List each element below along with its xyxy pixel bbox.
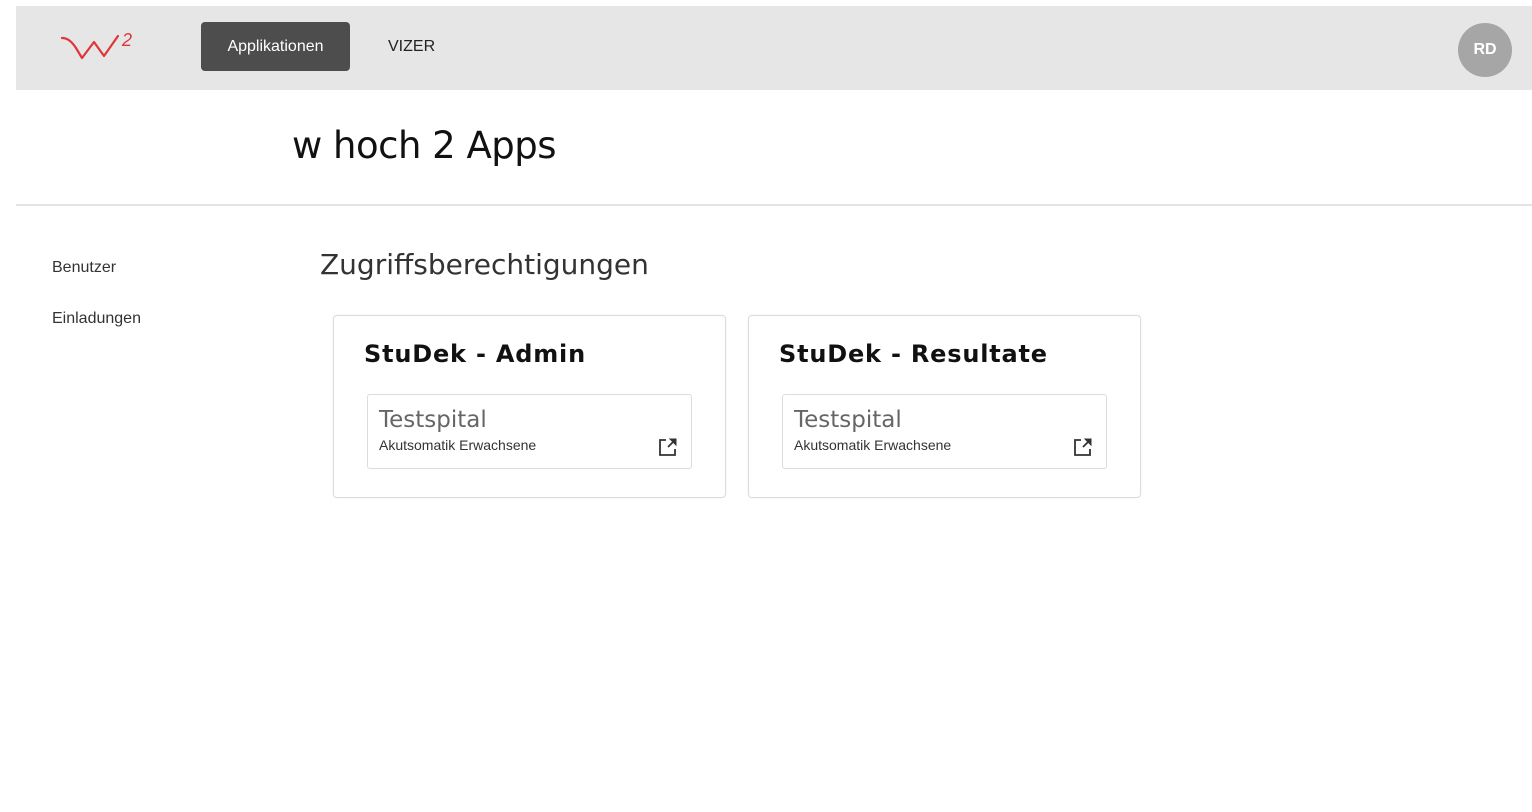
card-title: StuDek - Admin	[364, 340, 586, 368]
svg-text:2: 2	[121, 30, 132, 50]
app-card-studek-admin: StuDek - Admin Testspital Akutsomatik Er…	[333, 315, 726, 498]
user-avatar[interactable]: RD	[1458, 23, 1512, 77]
entry-subtitle: Akutsomatik Erwachsene	[794, 437, 952, 453]
app-entry-link[interactable]: Testspital Akutsomatik Erwachsene	[782, 394, 1107, 469]
external-link-icon[interactable]	[657, 436, 679, 458]
entry-name: Testspital	[379, 407, 487, 433]
page: 2 Applikationen VIZER RD w hoch 2 Apps B…	[0, 0, 1532, 812]
section-title: Zugriffsberechtigungen	[320, 248, 649, 281]
sidebar-item-einladungen[interactable]: Einladungen	[52, 310, 141, 328]
app-entry-link[interactable]: Testspital Akutsomatik Erwachsene	[367, 394, 692, 469]
card-title: StuDek - Resultate	[779, 340, 1048, 368]
app-card-studek-resultate: StuDek - Resultate Testspital Akutsomati…	[748, 315, 1141, 498]
nav-vizer-button[interactable]: VIZER	[372, 22, 451, 71]
top-navigation-bar: 2 Applikationen VIZER RD	[16, 6, 1532, 90]
entry-subtitle: Akutsomatik Erwachsene	[379, 437, 537, 453]
w2-logo[interactable]: 2	[60, 26, 152, 70]
nav-applikationen-button[interactable]: Applikationen	[201, 22, 350, 71]
page-title: w hoch 2 Apps	[292, 124, 557, 167]
sidebar-item-benutzer[interactable]: Benutzer	[52, 259, 116, 277]
header-divider	[16, 204, 1532, 206]
entry-name: Testspital	[794, 407, 902, 433]
external-link-icon[interactable]	[1072, 436, 1094, 458]
w2-logo-icon: 2	[60, 30, 132, 60]
